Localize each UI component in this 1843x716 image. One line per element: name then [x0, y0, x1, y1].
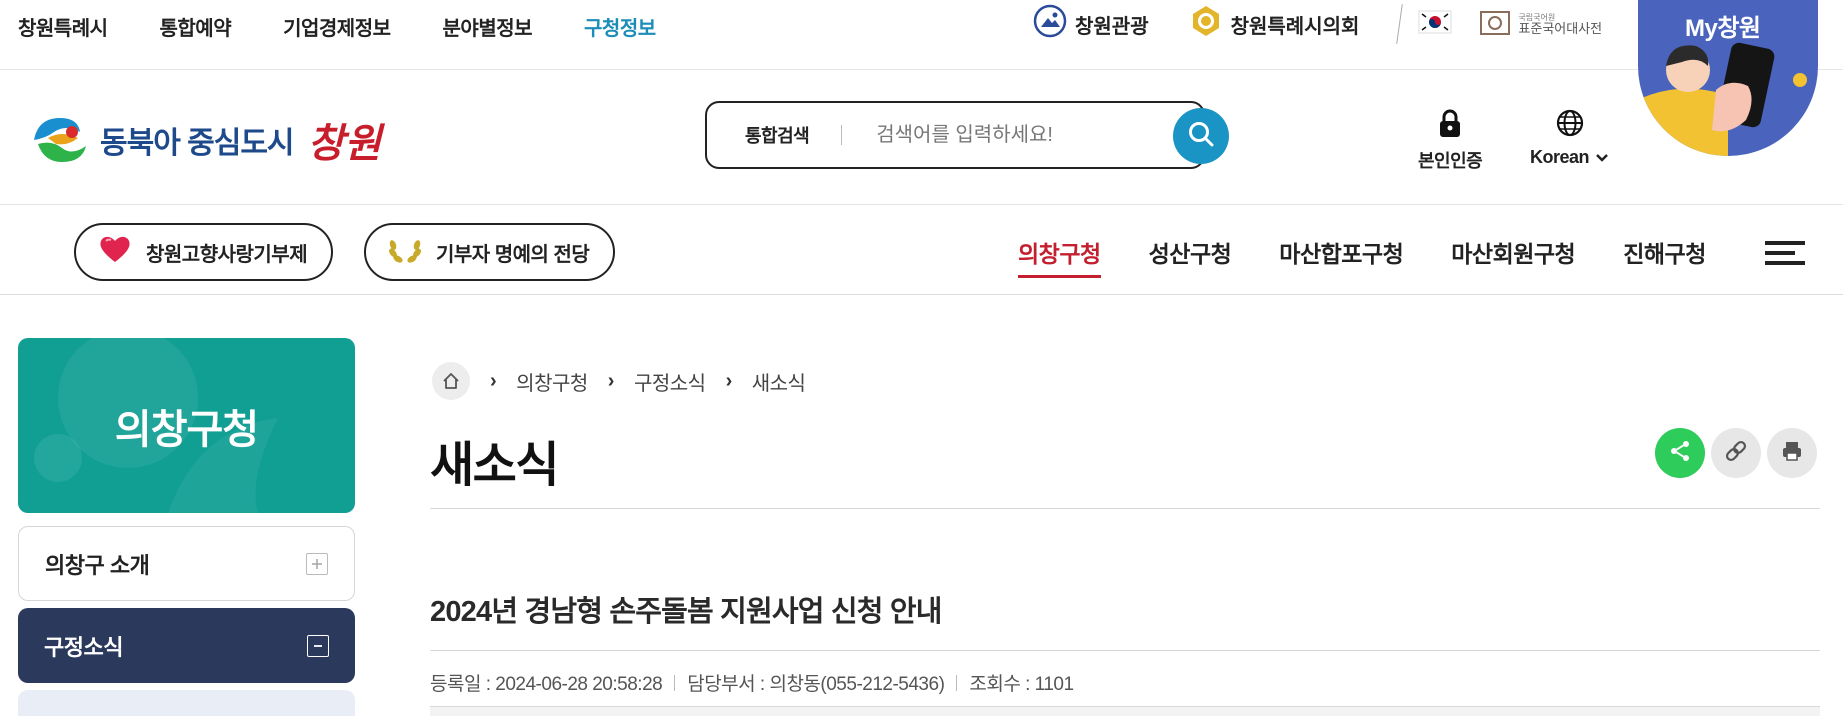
share-button[interactable] — [1655, 428, 1705, 478]
printer-icon — [1780, 439, 1804, 468]
post-title: 2024년 경남형 손주돌봄 지원사업 신청 안내 — [430, 596, 942, 628]
divider — [1396, 4, 1404, 44]
search-icon — [1187, 120, 1215, 153]
globe-icon — [1555, 108, 1585, 143]
search-input[interactable] — [876, 123, 1147, 147]
dictionary-icon — [1478, 8, 1512, 40]
tourism-link[interactable]: 창원관광 — [1033, 4, 1149, 44]
breadcrumb-item[interactable]: 구정소식 — [634, 367, 706, 396]
search-label: 통합검색 — [745, 126, 810, 146]
breadcrumb-item[interactable]: 의창구청 — [516, 367, 588, 396]
donor-hall-button[interactable]: 기부자 명예의 전당 — [364, 223, 616, 281]
site-logo[interactable]: 동북아 중심도시 창원 — [28, 110, 381, 169]
language-label: Korean — [1530, 147, 1590, 167]
logo-text: 동북아 중심도시 — [100, 126, 295, 160]
auth-label: 본인인증 — [1418, 151, 1483, 171]
auth-button[interactable]: 본인인증 — [1418, 108, 1483, 173]
sidebar-item-label: 의창구 소개 — [45, 552, 150, 578]
dictionary-label-wrap: 국립국어원 표준국어대사전 — [1518, 13, 1603, 36]
chevron-right-icon: › — [607, 369, 615, 392]
post-body-top — [430, 706, 1820, 716]
dictionary-label: 표준국어대사전 — [1518, 20, 1603, 36]
korea-flag-icon[interactable] — [1418, 9, 1452, 39]
chevron-right-icon: › — [490, 369, 497, 392]
chevron-down-icon — [1595, 147, 1609, 168]
language-selector[interactable]: Korean — [1530, 108, 1609, 168]
sidebar-submenu — [18, 690, 355, 716]
search-button[interactable] — [1173, 108, 1229, 164]
search-bar: 통합검색 — [705, 101, 1205, 169]
logo-cursive-text: 창원 — [307, 119, 382, 167]
home-icon[interactable] — [432, 362, 470, 400]
council-label: 창원특례시의회 — [1230, 15, 1360, 38]
district-tab-jinhae[interactable]: 진해구청 — [1623, 235, 1706, 278]
logo-symbol-icon — [28, 110, 92, 169]
top-nav: 창원특례시 통합예약 기업경제정보 분야별정보 구청정보 — [18, 12, 656, 41]
meta-separator — [674, 674, 676, 691]
tourism-label: 창원관광 — [1075, 15, 1149, 38]
council-link[interactable]: 창원특례시의회 — [1189, 4, 1360, 44]
page-title: 새소식 — [430, 439, 559, 492]
top-nav-item-business[interactable]: 기업경제정보 — [283, 12, 391, 41]
link-icon — [1723, 438, 1749, 469]
top-nav-item-reservation[interactable]: 통합예약 — [160, 12, 232, 41]
post-date: 등록일 : 2024-06-28 20:58:28 — [430, 674, 663, 695]
laurel-icon — [388, 233, 422, 271]
meta-separator — [956, 674, 958, 691]
sidebar-item-intro[interactable]: 의창구 소개 — [18, 526, 355, 601]
menu-hamburger-icon[interactable] — [1765, 241, 1805, 265]
breadcrumb-item-current: 새소식 — [751, 372, 806, 395]
dictionary-link[interactable]: 국립국어원 표준국어대사전 — [1478, 8, 1602, 40]
post-department: 담당부서 : 의창동(055-212-5436) — [687, 674, 945, 695]
sidebar-hero-title: 의창구청 — [114, 407, 259, 452]
chevron-right-icon: › — [725, 369, 733, 392]
donor-hall-label: 기부자 명예의 전당 — [436, 243, 590, 266]
main-nav: 창원고향사랑기부제 기부자 명예의 전당 의창구청 성산구청 마산합포구청 마산… — [0, 205, 1843, 295]
district-tab-masanhappo[interactable]: 마산합포구청 — [1279, 235, 1403, 278]
district-nav: 의창구청 성산구청 마산합포구청 마산회원구청 진해구청 — [1018, 235, 1706, 278]
post-views: 조회수 : 1101 — [969, 674, 1074, 695]
top-nav-item-field-info[interactable]: 분야별정보 — [443, 12, 533, 41]
council-emblem-icon — [1189, 4, 1223, 44]
district-tab-uichang[interactable]: 의창구청 — [1018, 235, 1101, 278]
site-header: 동북아 중심도시 창원 통합검색 본인인증 Korean — [0, 70, 1843, 205]
minus-icon — [307, 634, 329, 657]
hometown-donation-button[interactable]: 창원고향사랑기부제 — [74, 223, 334, 281]
top-nav-item-changwon[interactable]: 창원특례시 — [18, 12, 108, 41]
share-icon — [1668, 439, 1692, 468]
plus-icon — [306, 552, 328, 575]
sidebar-item-news[interactable]: 구정소식 — [18, 608, 355, 683]
post-meta: 등록일 : 2024-06-28 20:58:28 담당부서 : 의창동(055… — [430, 669, 1074, 696]
top-links: 창원관광 창원특례시의회 국립국어원 표준국어대사전 — [1033, 4, 1602, 44]
lock-icon — [1437, 108, 1463, 143]
mountain-icon — [1033, 4, 1067, 44]
meta-divider — [430, 650, 1820, 651]
print-button[interactable] — [1767, 428, 1817, 478]
district-tab-masanhoewon[interactable]: 마산회원구청 — [1451, 235, 1575, 278]
top-nav-item-district-info[interactable]: 구청정보 — [584, 12, 656, 41]
search-divider — [841, 125, 843, 145]
heart-icon — [98, 234, 132, 270]
language-row: Korean — [1530, 147, 1609, 168]
sidebar-hero: 의창구청 — [18, 338, 355, 513]
hometown-donation-label: 창원고향사랑기부제 — [146, 243, 308, 266]
breadcrumb: › 의창구청 › 구정소식 › 새소식 — [432, 362, 806, 400]
top-utility-bar: 창원특례시 통합예약 기업경제정보 분야별정보 구청정보 창원관광 창원특례시의… — [0, 0, 1843, 70]
copy-link-button[interactable] — [1711, 428, 1761, 478]
title-divider — [430, 508, 1820, 509]
sidebar-item-label: 구정소식 — [44, 634, 123, 660]
district-tab-seongsan[interactable]: 성산구청 — [1149, 235, 1232, 278]
